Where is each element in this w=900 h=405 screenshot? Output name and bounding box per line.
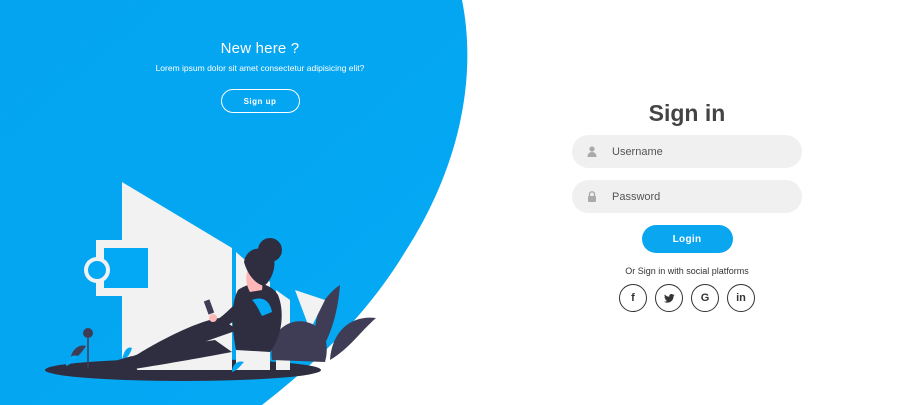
linkedin-icon[interactable]: in <box>727 284 755 312</box>
left-panel: New here ? Lorem ipsum dolor sit amet co… <box>110 40 410 114</box>
twitter-icon[interactable]: t <box>655 284 683 312</box>
google-icon[interactable]: G <box>691 284 719 312</box>
password-field[interactable] <box>572 180 802 213</box>
left-panel-title: New here ? <box>220 40 300 57</box>
username-field[interactable] <box>572 135 802 168</box>
user-icon <box>572 146 612 157</box>
password-input[interactable] <box>612 190 782 203</box>
sign-up-button[interactable]: Sign up <box>220 89 300 114</box>
sign-in-title: Sign in <box>648 100 726 126</box>
social-icons-row: f t G in <box>572 284 802 312</box>
lock-icon <box>572 191 612 202</box>
google-glyph: G <box>700 292 710 304</box>
left-panel-description: Lorem ipsum dolor sit amet consectetur a… <box>155 63 365 73</box>
twitter-bird-icon <box>663 293 675 303</box>
sign-in-form: Sign in Login Or Sign in with social pla… <box>572 100 802 312</box>
login-button[interactable]: Login <box>641 225 733 253</box>
username-input[interactable] <box>612 145 782 158</box>
facebook-glyph: f <box>631 292 635 304</box>
facebook-icon[interactable]: f <box>619 284 647 312</box>
social-platforms-text: Or Sign in with social platforms <box>625 266 749 276</box>
linkedin-glyph: in <box>736 292 746 304</box>
